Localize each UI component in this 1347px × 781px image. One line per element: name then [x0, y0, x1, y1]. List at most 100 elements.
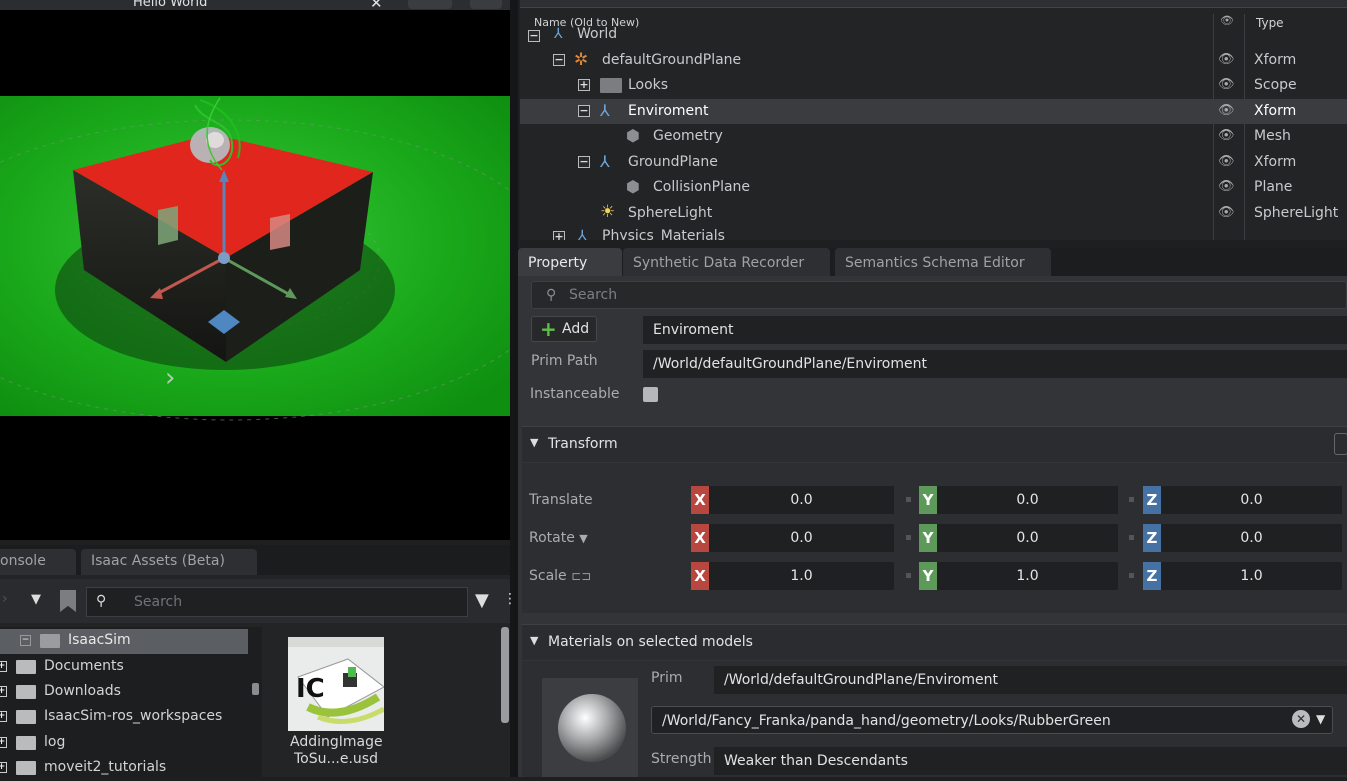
- visibility-eye-icon[interactable]: 👁: [1218, 179, 1235, 194]
- translate-y[interactable]: Y 0.0: [919, 486, 1118, 514]
- asset-scrollbar[interactable]: [501, 627, 509, 723]
- viewport-title: Hello World: [133, 0, 208, 10]
- tree-item-isaacsim[interactable]: − IsaacSim: [0, 629, 248, 654]
- asset-grid: IC AddingImage ToSu...e.usd: [266, 627, 510, 777]
- translate-label: Translate: [529, 492, 593, 508]
- prim-label: Prim: [651, 670, 683, 686]
- content-search-input[interactable]: ⚲ Search: [86, 587, 468, 617]
- svg-text:IC: IC: [296, 674, 325, 704]
- scale-y[interactable]: Y 1.0: [919, 562, 1118, 590]
- content-toolbar: › ▼ ⚲ Search ▼ ⋮: [0, 579, 517, 623]
- viewport-options-button[interactable]: [470, 0, 502, 9]
- plus-icon: +: [540, 317, 557, 341]
- folder-icon: [16, 761, 36, 775]
- content-tab-bar: onsole Isaac Assets (Beta): [0, 545, 510, 575]
- folder-tree: − IsaacSim + Documents + Downloads + IsaacS…: [0, 627, 262, 777]
- filter-icon[interactable]: ▼: [475, 590, 489, 611]
- collapse-icon[interactable]: −: [578, 156, 590, 168]
- tab-semantics-schema-editor[interactable]: Semantics Schema Editor: [835, 248, 1051, 276]
- collapse-arrow-icon: ▼: [530, 436, 539, 449]
- visibility-eye-icon[interactable]: 👁: [1218, 128, 1235, 143]
- collapse-icon[interactable]: −: [578, 105, 590, 117]
- tree-item-ros-workspaces[interactable]: + IsaacSim-ros_workspaces: [0, 705, 250, 730]
- tree-row[interactable]: + ⅄ Physics_Materials: [520, 226, 1347, 240]
- folder-icon: [16, 736, 36, 750]
- instanceable-label: Instanceable: [530, 386, 620, 402]
- tab-property[interactable]: Property: [518, 248, 622, 276]
- tree-row[interactable]: ⬢ Geometry 👁 Mesh: [520, 124, 1347, 149]
- expand-icon: +: [0, 661, 7, 672]
- ground-plane-icon: ✲: [574, 50, 589, 70]
- visibility-eye-icon[interactable]: 👁: [1218, 154, 1235, 169]
- folder-icon: [40, 634, 60, 648]
- tree-row[interactable]: − ✲ defaultGroundPlane 👁 Xform: [520, 48, 1347, 73]
- visibility-eye-icon[interactable]: 👁: [1218, 205, 1235, 220]
- materials-section-header[interactable]: ▼ Materials on selected models: [522, 624, 1347, 660]
- prim-path-field[interactable]: /World/defaultGroundPlane/Enviroment: [643, 350, 1347, 378]
- strength-dropdown[interactable]: Weaker than Descendants: [714, 747, 1347, 775]
- tree-row-selected[interactable]: − ⅄ Enviroment 👁 Xform: [520, 99, 1347, 124]
- back-arrow-icon[interactable]: ›: [2, 591, 8, 607]
- xform-icon: ⅄: [600, 101, 610, 120]
- rotate-x[interactable]: X 0.0: [691, 524, 894, 552]
- viewport-3d[interactable]: ›: [0, 10, 510, 540]
- tree-item-moveit2[interactable]: + moveit2_tutorials: [0, 756, 250, 777]
- strength-label: Strength: [651, 751, 712, 767]
- tree-row[interactable]: ☀ SphereLight 👁 SphereLight: [520, 201, 1347, 226]
- panel-splitter[interactable]: [510, 0, 518, 777]
- translate-z[interactable]: Z 0.0: [1143, 486, 1342, 514]
- rotate-label[interactable]: Rotate ▼: [529, 530, 588, 546]
- tree-row[interactable]: − ⅄ GroundPlane 👁 Xform: [520, 150, 1347, 175]
- collapse-icon: −: [20, 635, 31, 646]
- add-button[interactable]: + Add: [531, 316, 597, 342]
- asset-thumbnail[interactable]: IC: [288, 637, 384, 731]
- material-sphere: [558, 694, 626, 762]
- chevron-down-icon[interactable]: ▼: [1316, 712, 1325, 726]
- tree-item-downloads[interactable]: + Downloads: [0, 680, 250, 705]
- expand-icon[interactable]: +: [578, 79, 590, 91]
- property-search[interactable]: ⚲ Search: [531, 281, 1347, 309]
- transform-section-header[interactable]: ▼ Transform: [522, 426, 1347, 462]
- property-tab-bar: Property Synthetic Data Recorder Semanti…: [518, 248, 1347, 276]
- tree-item-documents[interactable]: + Documents: [0, 655, 250, 680]
- tree-scrollbar[interactable]: [252, 683, 259, 695]
- material-prim-field[interactable]: /World/defaultGroundPlane/Enviroment: [714, 666, 1347, 694]
- collapse-icon[interactable]: −: [528, 30, 540, 42]
- rotate-y[interactable]: Y 0.0: [919, 524, 1118, 552]
- material-path-field[interactable]: /World/Fancy_Franka/panda_hand/geometry/…: [651, 706, 1333, 734]
- bookmark-icon[interactable]: [60, 590, 76, 612]
- tab-isaac-assets[interactable]: Isaac Assets (Beta): [81, 549, 257, 575]
- scale-z[interactable]: Z 1.0: [1143, 562, 1342, 590]
- collapse-icon[interactable]: −: [553, 54, 565, 66]
- scale-label[interactable]: Scale ⊏⊐: [529, 568, 591, 584]
- mesh-icon: ⬢: [626, 126, 640, 145]
- visibility-eye-icon[interactable]: 👁: [1218, 103, 1235, 118]
- tree-row[interactable]: + Looks 👁 Scope: [520, 73, 1347, 98]
- rotate-z[interactable]: Z 0.0: [1143, 524, 1342, 552]
- scale-x[interactable]: X 1.0: [691, 562, 894, 590]
- tab-console[interactable]: onsole: [0, 549, 76, 575]
- expand-icon: +: [0, 762, 7, 773]
- translate-x[interactable]: X 0.0: [691, 486, 894, 514]
- copy-icon[interactable]: [1334, 433, 1347, 455]
- prim-path-label: Prim Path: [531, 353, 598, 369]
- tree-item-log[interactable]: + log: [0, 731, 250, 756]
- prim-name-field[interactable]: Enviroment: [643, 316, 1347, 344]
- clear-icon[interactable]: ✕: [1292, 710, 1310, 728]
- folder-icon: [16, 710, 36, 724]
- tree-row[interactable]: − ⅄ World: [520, 24, 1347, 44]
- tab-synthetic-data-recorder[interactable]: Synthetic Data Recorder: [623, 248, 830, 276]
- xform-icon: ⅄: [554, 26, 563, 42]
- viewport-menu-button[interactable]: [408, 0, 452, 9]
- visibility-eye-icon[interactable]: 👁: [1218, 52, 1235, 67]
- tree-row[interactable]: ⬢ CollisionPlane 👁 Plane: [520, 175, 1347, 200]
- mesh-icon: ⬢: [626, 177, 640, 196]
- instanceable-checkbox[interactable]: [643, 387, 658, 402]
- visibility-eye-icon[interactable]: 👁: [1218, 77, 1235, 92]
- dropdown-arrow-icon: ▼: [579, 532, 588, 545]
- close-icon[interactable]: ✕: [370, 0, 383, 10]
- folder-icon: [16, 685, 36, 699]
- more-icon[interactable]: ⋮: [503, 591, 517, 607]
- filter-down-icon[interactable]: ▼: [31, 592, 41, 607]
- expand-icon[interactable]: +: [553, 231, 565, 240]
